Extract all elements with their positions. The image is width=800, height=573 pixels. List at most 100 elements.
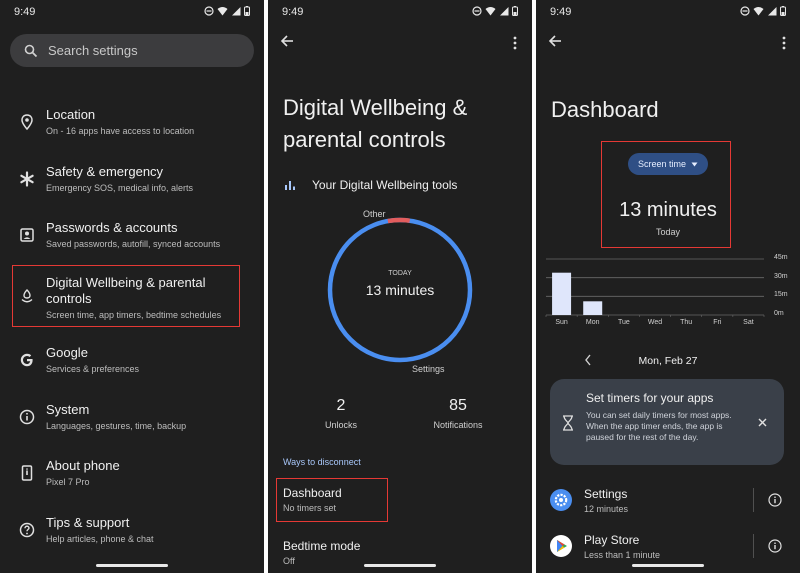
chart-x-tick-label: Mon (585, 319, 600, 326)
ring-center-value: 13 minutes (365, 282, 435, 298)
settings-item-location[interactable]: Location On - 16 apps have access to loc… (10, 107, 242, 147)
chart-bar-sun[interactable] (552, 272, 572, 315)
chart-bar-mon[interactable] (583, 301, 603, 315)
item-title: Passwords & accounts (46, 220, 178, 235)
chart-x-tick-label: Wed (647, 319, 663, 326)
wellbeing-icon (21, 289, 33, 303)
dnd-icon (204, 6, 214, 16)
status-icons (204, 6, 250, 16)
chart-y-tick-label: 15m (774, 291, 788, 299)
settings-item-passwords[interactable]: Passwords & accounts Saved passwords, au… (10, 220, 242, 260)
account-box-icon (20, 228, 34, 242)
item-title: System (46, 402, 90, 417)
dnd-icon (472, 6, 482, 16)
more-options-icon[interactable] (513, 36, 517, 50)
help-icon (19, 522, 35, 538)
unlocks-label: Unlocks (324, 420, 357, 430)
settings-item-about-phone[interactable]: About phone Pixel 7 Pro (10, 458, 242, 498)
chart-y-tick-label: 0m (774, 310, 784, 317)
ways-to-disconnect-heading: Ways to disconnect (283, 457, 361, 467)
chart-y-tick-label: 30m (774, 272, 788, 280)
location-pin-icon (21, 114, 33, 131)
gesture-nav-bar[interactable] (96, 564, 168, 567)
app-row-play-store[interactable]: Play Store Less than 1 minute (536, 530, 800, 564)
item-subtitle: Saved passwords, autofill, synced accoun… (46, 239, 221, 249)
status-icons (740, 6, 786, 16)
gesture-nav-bar[interactable] (364, 564, 436, 567)
signal-icon (768, 7, 777, 16)
app-info-icon[interactable] (768, 493, 782, 507)
dashboard-entry[interactable]: Dashboard No timers set (278, 482, 384, 518)
settings-item-tips-support[interactable]: Tips & support Help articles, phone & ch… (10, 515, 242, 555)
app-name: Play Store (584, 533, 640, 547)
settings-screen: 9:49 Search settings Location On - 16 ap… (0, 0, 264, 573)
hourglass-icon (563, 415, 573, 431)
item-subtitle: Languages, gestures, time, backup (46, 421, 187, 431)
battery-icon (244, 6, 250, 16)
notifications-count: 85 (449, 397, 467, 414)
weekly-bar-chart[interactable] (536, 255, 800, 317)
item-subtitle: Screen time, app timers, bedtime schedul… (46, 310, 222, 320)
dashboard-title: Dashboard (283, 486, 342, 500)
back-arrow-icon[interactable] (280, 34, 294, 48)
screen-time-period: Today (655, 227, 681, 237)
signal-icon (232, 7, 241, 16)
screen-time-total: 13 minutes (619, 199, 717, 221)
item-title: Tips & support (46, 515, 130, 530)
status-bar: 9:49 (14, 6, 250, 20)
page-title: Dashboard (551, 97, 659, 122)
chart-x-tick-label: Thu (680, 319, 693, 326)
item-subtitle: Emergency SOS, medical info, alerts (46, 183, 194, 193)
google-g-icon (20, 353, 33, 367)
card-body: You can set daily timers for most apps. … (586, 410, 732, 442)
back-arrow-icon[interactable] (548, 34, 562, 48)
bar-chart-icon (285, 181, 295, 190)
ring-center-label: TODAY (388, 270, 412, 277)
app-info-icon[interactable] (768, 539, 782, 553)
search-input[interactable]: Search settings (48, 43, 138, 58)
item-subtitle: Pixel 7 Pro (46, 477, 90, 487)
dropdown-label: Screen time (637, 159, 687, 169)
asterisk-icon (20, 171, 34, 187)
tools-header: Your Digital Wellbeing tools (284, 178, 457, 192)
status-time: 9:49 (282, 6, 304, 18)
wifi-icon (217, 7, 228, 16)
item-subtitle: Help articles, phone & chat (46, 534, 154, 544)
tools-label: Your Digital Wellbeing tools (312, 178, 458, 192)
page-title-line1: Digital Wellbeing & (283, 95, 468, 120)
settings-item-safety[interactable]: Safety & emergency Emergency SOS, medica… (10, 164, 242, 204)
divider (753, 488, 754, 512)
ring-label-settings: Settings (412, 364, 445, 374)
set-timers-card[interactable]: Set timers for your apps You can set dai… (550, 379, 784, 465)
item-subtitle: On - 16 apps have access to location (46, 126, 195, 136)
selected-date: Mon, Feb 27 (638, 355, 698, 367)
more-options-icon[interactable] (782, 36, 786, 50)
phone-icon (21, 465, 33, 481)
search-bar[interactable]: Search settings (10, 34, 254, 67)
chart-x-tick-label: Fri (713, 319, 722, 326)
divider (753, 534, 754, 558)
settings-app-icon (550, 489, 572, 511)
item-subtitle: Services & preferences (46, 364, 140, 374)
settings-item-system[interactable]: System Languages, gestures, time, backup (10, 402, 242, 442)
scroll-fade (46, 73, 196, 79)
status-bar: 9:49 (282, 6, 518, 20)
unlocks-count: 2 (336, 397, 346, 414)
settings-item-google[interactable]: Google Services & preferences (10, 345, 242, 385)
dashboard-subtitle: No timers set (283, 503, 337, 513)
chart-x-tick-label: Sat (743, 319, 754, 326)
status-bar: 9:49 (550, 6, 786, 20)
bedtime-subtitle: Off (283, 556, 295, 566)
status-time: 9:49 (14, 6, 36, 18)
app-usage: Less than 1 minute (584, 550, 661, 560)
app-row-settings[interactable]: Settings 12 minutes (536, 484, 800, 518)
chart-x-tick-label: Sun (555, 319, 568, 326)
settings-item-digital-wellbeing[interactable]: Digital Wellbeing & parental controls Sc… (10, 275, 242, 325)
ring-label-other: Other (363, 209, 386, 219)
gesture-nav-bar[interactable] (632, 564, 704, 567)
item-title: About phone (46, 458, 120, 473)
item-title: Safety & emergency (46, 164, 164, 179)
close-icon[interactable] (758, 418, 767, 427)
screen-time-dropdown[interactable]: Screen time (628, 153, 708, 175)
digital-wellbeing-screen: 9:49 Digital Wellbeing & parental contro… (268, 0, 532, 573)
